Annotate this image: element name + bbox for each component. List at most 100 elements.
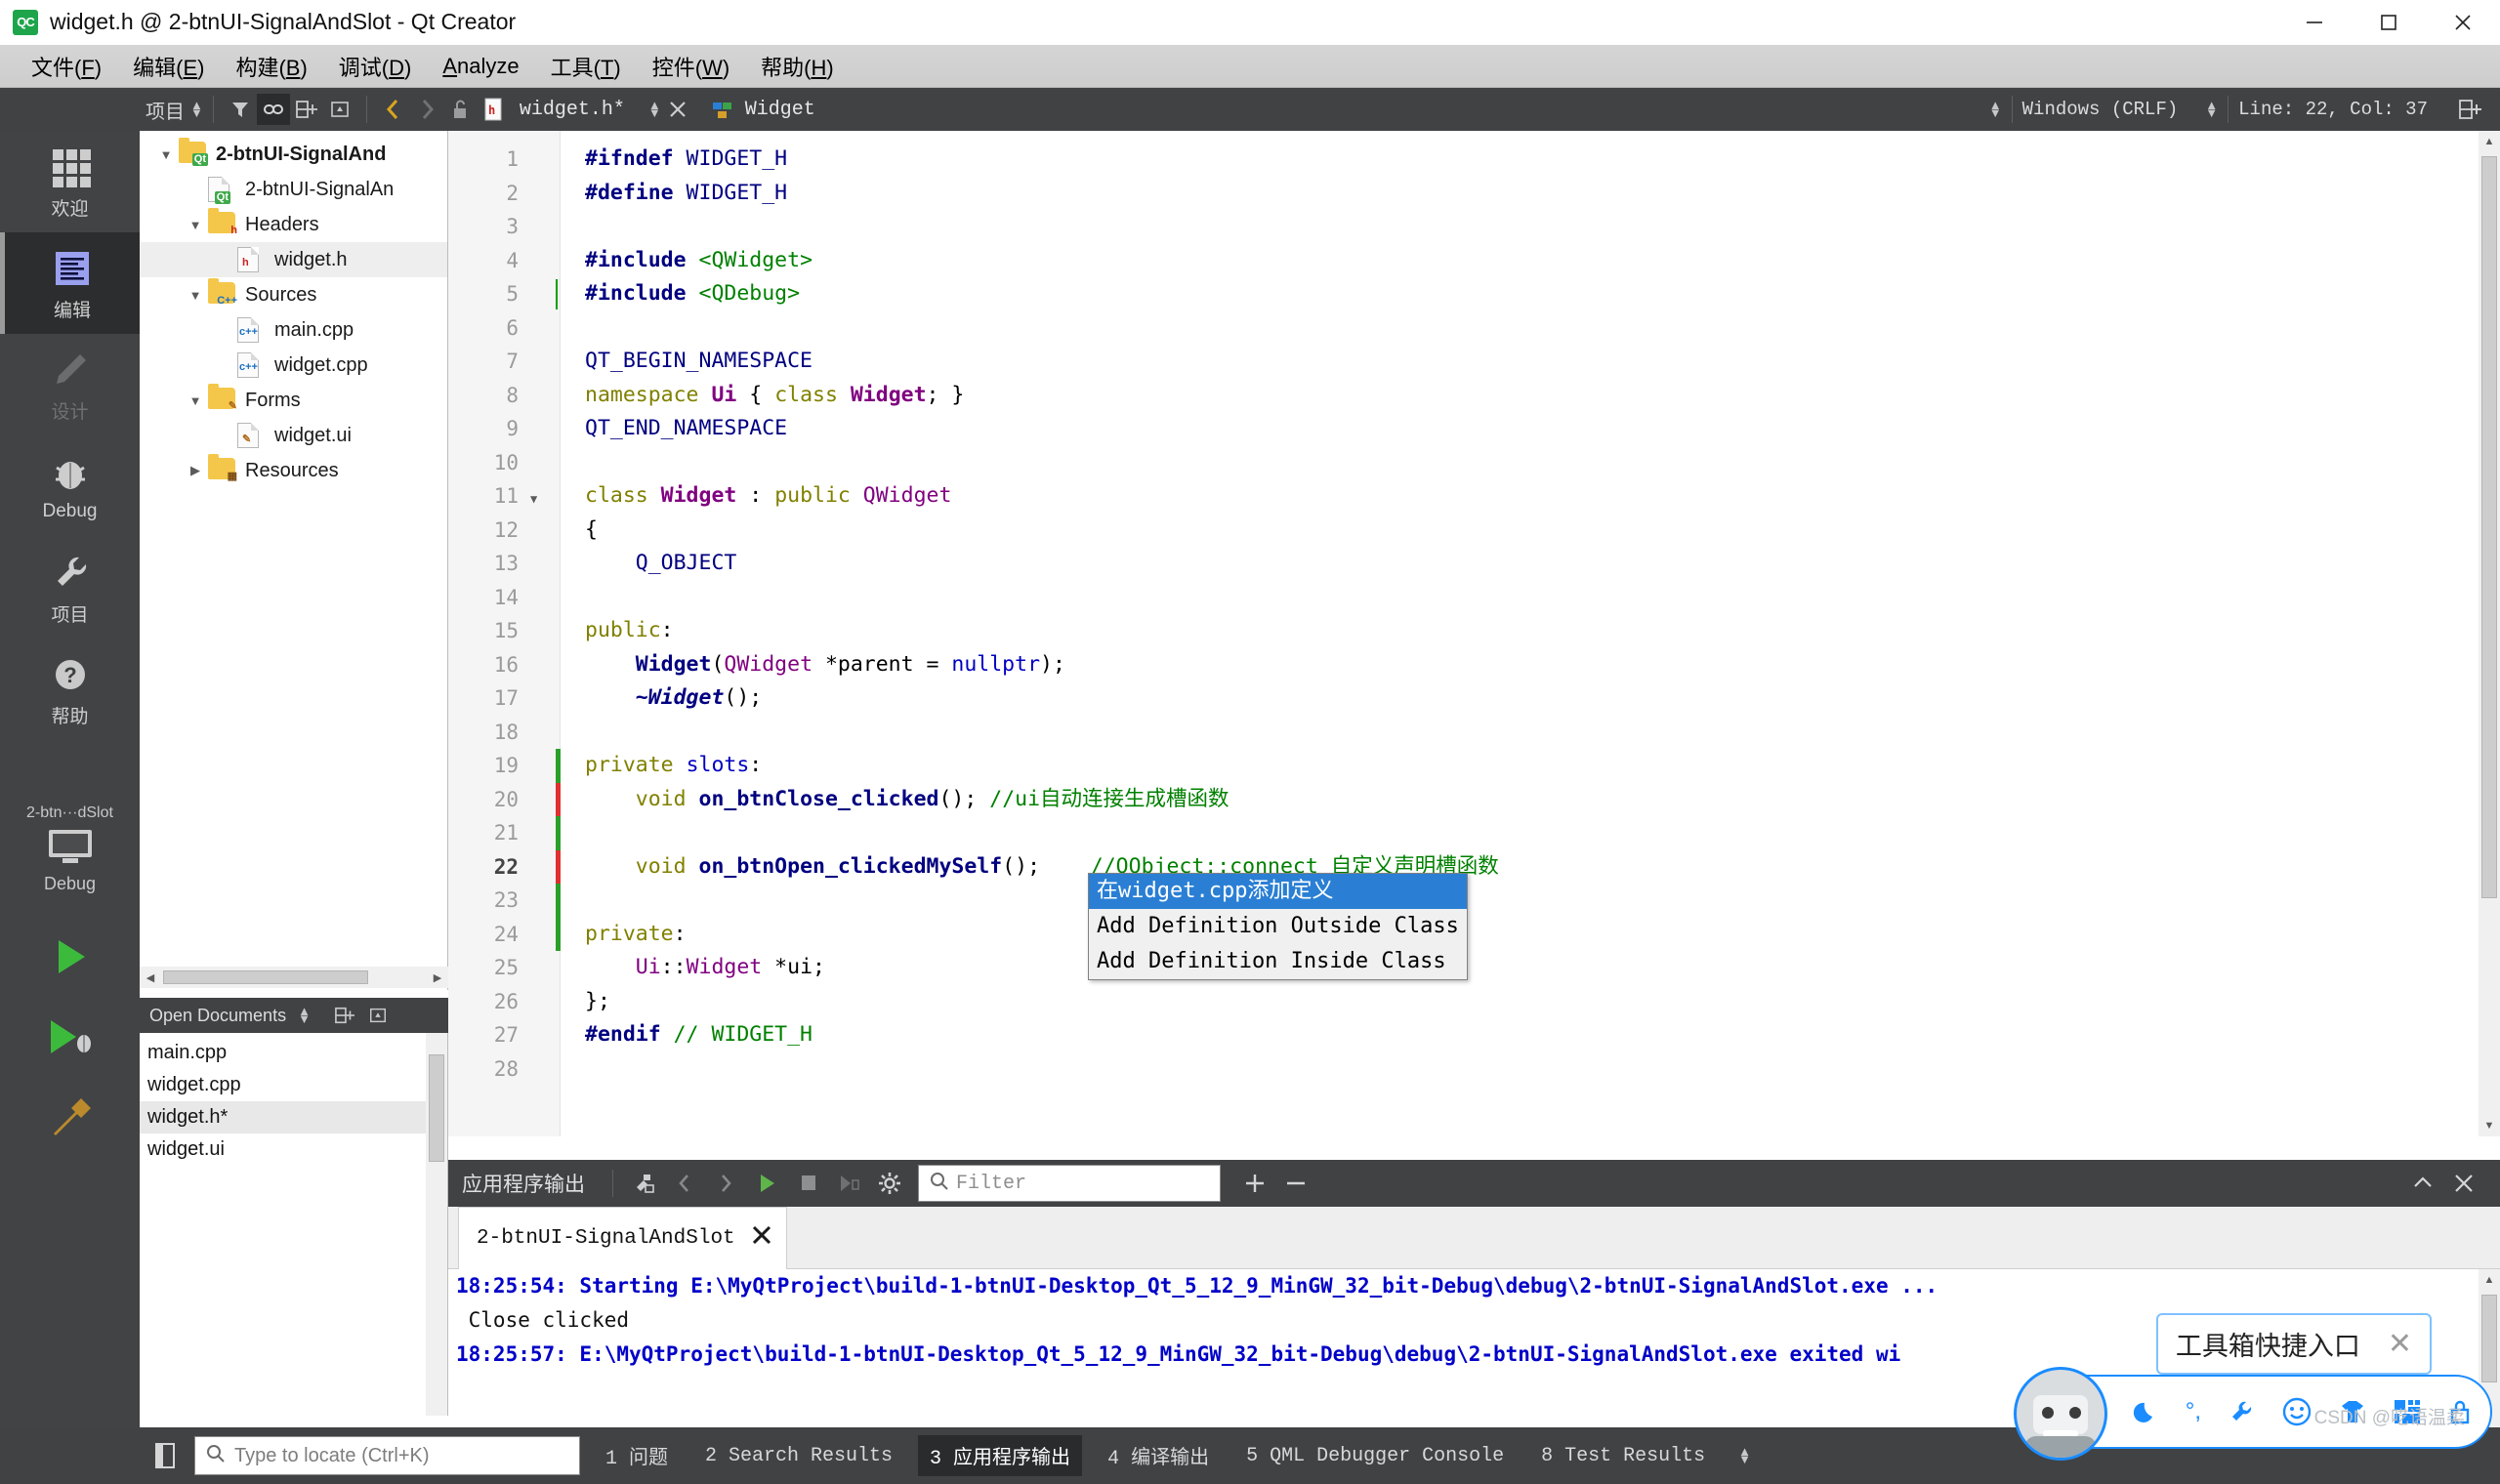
open-documents-spinner[interactable]: ▲ ▼ xyxy=(298,1005,311,1025)
tree-node[interactable]: h widget.h xyxy=(140,242,447,277)
mode-欢迎[interactable]: 欢迎 xyxy=(0,131,140,232)
status-tab-2[interactable]: 2 Search Results xyxy=(693,1439,904,1473)
clear-output-icon[interactable] xyxy=(623,1164,664,1203)
attach-debugger-icon[interactable] xyxy=(828,1164,869,1203)
status-tab-1[interactable]: 1 问题 xyxy=(594,1435,680,1476)
close-document-icon[interactable] xyxy=(661,94,694,125)
project-tree-hscrollbar[interactable]: ◀ ▶ xyxy=(140,967,448,988)
expander-icon[interactable]: ▶ xyxy=(183,463,208,478)
open-documents-scrollbar[interactable] xyxy=(426,1033,447,1416)
status-tab-4[interactable]: 4 编译输出 xyxy=(1096,1435,1221,1476)
menu-item-2[interactable]: 构建(B) xyxy=(220,48,322,85)
tree-node[interactable]: ▼ Qt 2-btnUI-SignalAnd xyxy=(140,137,447,172)
build-hammer-icon[interactable] xyxy=(0,1077,140,1157)
code-line[interactable]: #define WIDGET_H xyxy=(585,177,787,211)
editor-code-area[interactable]: 1 #ifndef WIDGET_H 2 #define WIDGET_H 3 4 #inc… xyxy=(448,131,2500,1136)
open-document-item[interactable]: widget.h* xyxy=(140,1101,447,1134)
next-item-icon[interactable] xyxy=(705,1164,746,1203)
code-line[interactable]: #ifndef WIDGET_H xyxy=(585,143,787,177)
maximize-icon[interactable] xyxy=(2352,0,2426,45)
project-selector[interactable]: 项目 xyxy=(140,96,190,124)
open-document-item[interactable]: widget.ui xyxy=(140,1134,447,1166)
editor-scroll-thumb[interactable] xyxy=(2481,156,2497,898)
code-line[interactable]: Widget(QWidget *parent = nullptr); xyxy=(585,648,1065,682)
expander-icon[interactable]: ▼ xyxy=(183,288,208,303)
code-line[interactable]: }; xyxy=(585,985,610,1019)
scroll-down-icon[interactable]: ▼ xyxy=(2479,1115,2500,1136)
close-icon[interactable]: ✕ xyxy=(2388,1327,2412,1361)
split-editor-icon[interactable] xyxy=(290,94,323,125)
unlocked-icon[interactable] xyxy=(443,94,477,125)
expander-icon[interactable]: ▼ xyxy=(153,147,179,162)
tree-node[interactable]: ▼ C++ Sources xyxy=(140,277,447,312)
code-line[interactable]: class Widget : public QWidget xyxy=(585,479,951,514)
code-line[interactable]: private: xyxy=(585,918,687,952)
split-icon[interactable] xyxy=(2453,94,2486,125)
mode-帮助[interactable]: ? 帮助 xyxy=(0,639,140,740)
ime-toolbox[interactable]: 中 °, CSDN @呓语温柔 xyxy=(2014,1367,2492,1461)
close-icon[interactable] xyxy=(751,1224,772,1253)
link-with-editor-icon[interactable] xyxy=(256,94,290,125)
output-scroll-up-icon[interactable]: ▲ xyxy=(2479,1269,2500,1291)
status-tab-3[interactable]: 3 应用程序输出 xyxy=(918,1435,1083,1476)
scroll-right-icon[interactable]: ▶ xyxy=(427,967,448,988)
navigate-back-icon[interactable] xyxy=(377,94,410,125)
tree-node[interactable]: ▼ ✎ Forms xyxy=(140,383,447,418)
close-icon[interactable] xyxy=(2426,0,2500,45)
updown-arrows-icon[interactable]: ▲ ▼ xyxy=(1738,1445,1751,1465)
code-line[interactable]: void on_btnClose_clicked(); //ui自动连接生成槽函… xyxy=(585,783,1229,817)
robot-avatar-icon[interactable] xyxy=(2014,1367,2107,1461)
zoom-in-icon[interactable] xyxy=(1234,1164,1275,1203)
encoding-spinner[interactable]: ▲ ▼ xyxy=(2205,99,2218,119)
code-line[interactable]: QT_BEGIN_NAMESPACE xyxy=(585,345,812,379)
tree-node[interactable]: Qt 2-btnUI-SignalAn xyxy=(140,172,447,207)
tree-node[interactable]: ✎ widget.ui xyxy=(140,418,447,453)
zoom-out-icon[interactable] xyxy=(1275,1164,1316,1203)
tree-node[interactable]: c++ main.cpp xyxy=(140,312,447,348)
punctuation-icon[interactable]: °, xyxy=(2186,1398,2201,1425)
code-line[interactable]: { xyxy=(585,514,598,548)
menu-item-4[interactable]: Analyze xyxy=(427,51,534,82)
mode-项目[interactable]: 项目 xyxy=(0,537,140,639)
line-ending-spinner[interactable]: ▲ ▼ xyxy=(1989,99,2002,119)
prev-item-icon[interactable] xyxy=(664,1164,705,1203)
file-tab-spinner[interactable]: ▲ ▼ xyxy=(648,99,661,119)
refactor-action-item[interactable]: Add Definition Inside Class xyxy=(1089,944,1467,979)
status-tab-5[interactable]: 5 QML Debugger Console xyxy=(1234,1439,1516,1473)
refactor-action-item[interactable]: 在widget.cpp添加定义 xyxy=(1089,874,1467,909)
open-documents-scroll-thumb[interactable] xyxy=(429,1054,444,1162)
current-file-tab[interactable]: widget.h* xyxy=(510,99,625,121)
scroll-up-icon[interactable]: ▲ xyxy=(2479,131,2500,152)
refactor-action-popup[interactable]: 在widget.cpp添加定义 Add Definition Outside Cl… xyxy=(1088,873,1468,980)
tree-node[interactable]: ▼ h Headers xyxy=(140,207,447,242)
code-line[interactable]: #endif // WIDGET_H xyxy=(585,1018,812,1052)
split-editor-icon-2[interactable] xyxy=(328,1000,361,1031)
output-filter-box[interactable]: Filter xyxy=(918,1165,1221,1202)
menu-item-3[interactable]: 调试(D) xyxy=(323,48,428,85)
navigate-forward-icon[interactable] xyxy=(410,94,443,125)
hscroll-thumb[interactable] xyxy=(163,970,368,984)
close-pane-icon[interactable] xyxy=(361,1000,395,1031)
menu-item-6[interactable]: 控件(W) xyxy=(637,48,745,85)
open-document-item[interactable]: widget.cpp xyxy=(140,1069,447,1101)
output-scroll-thumb[interactable] xyxy=(2481,1295,2497,1382)
run-icon[interactable] xyxy=(0,917,140,997)
current-symbol[interactable]: Widget xyxy=(739,99,815,121)
scroll-left-icon[interactable]: ◀ xyxy=(140,967,161,988)
debug-run-icon[interactable] xyxy=(0,997,140,1077)
code-line[interactable]: ~Widget(); xyxy=(585,681,762,716)
wrench-icon[interactable] xyxy=(2227,1397,2256,1426)
fold-marker-icon[interactable]: ▼ xyxy=(530,482,546,516)
expander-icon[interactable]: ▼ xyxy=(183,393,208,408)
close-split-icon[interactable] xyxy=(323,94,356,125)
code-line[interactable]: public: xyxy=(585,614,674,648)
output-tab[interactable]: 2-btnUI-SignalAndSlot xyxy=(458,1207,787,1269)
menu-item-0[interactable]: 文件(F) xyxy=(16,48,117,85)
project-selector-spinner[interactable]: ▲ ▼ xyxy=(190,99,203,119)
code-line[interactable]: Q_OBJECT xyxy=(585,547,737,581)
code-line[interactable]: private slots: xyxy=(585,749,762,783)
code-line[interactable]: #include <QDebug> xyxy=(585,277,800,311)
mode-Debug[interactable]: Debug xyxy=(0,435,140,537)
code-line[interactable]: QT_END_NAMESPACE xyxy=(585,412,787,446)
refactor-action-item[interactable]: Add Definition Outside Class xyxy=(1089,909,1467,944)
